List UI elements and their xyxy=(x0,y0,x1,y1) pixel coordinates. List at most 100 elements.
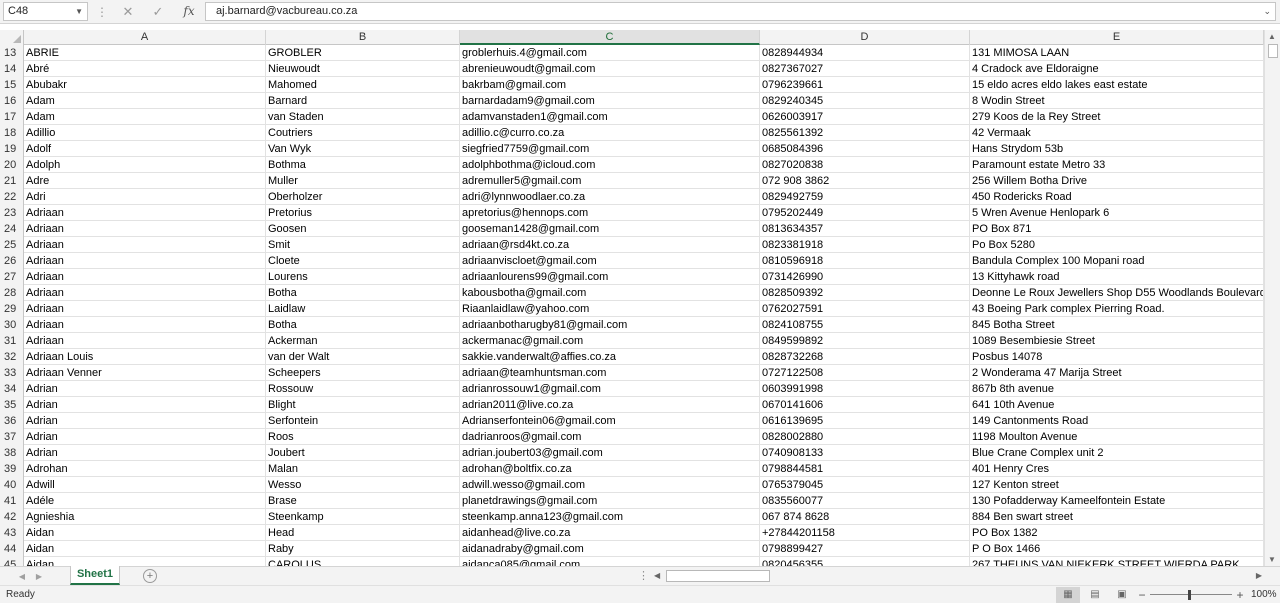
column-header-a[interactable]: A xyxy=(24,30,266,45)
cell-e[interactable]: Hans Strydom 53b xyxy=(970,141,1264,157)
cell-a[interactable]: Adrian xyxy=(24,397,266,413)
cell-b[interactable]: Malan xyxy=(266,461,460,477)
page-break-icon[interactable]: ▣ xyxy=(1110,587,1134,603)
cell-d[interactable]: 0810596918 xyxy=(760,253,970,269)
cell-b[interactable]: Nieuwoudt xyxy=(266,61,460,77)
grid-view-icon[interactable]: ▦ xyxy=(1056,587,1080,603)
cell-c[interactable]: adri@lynnwoodlaer.co.za xyxy=(460,189,760,205)
cell-e[interactable]: Bandula Complex 100 Mopani road xyxy=(970,253,1264,269)
row-header[interactable]: 43 xyxy=(0,525,24,541)
scroll-down-icon[interactable]: ▼ xyxy=(1268,555,1276,564)
cell-a[interactable]: Adwill xyxy=(24,477,266,493)
cell-a[interactable]: Aidan xyxy=(24,541,266,557)
cell-d[interactable]: 0823381918 xyxy=(760,237,970,253)
cell-a[interactable]: Adriaan xyxy=(24,301,266,317)
zoom-out-button[interactable]: − xyxy=(1136,586,1148,603)
cell-b[interactable]: Head xyxy=(266,525,460,541)
cell-e[interactable]: 450 Rodericks Road xyxy=(970,189,1264,205)
cell-e[interactable]: 256 Willem Botha Drive xyxy=(970,173,1264,189)
column-header-e[interactable]: E xyxy=(970,30,1264,45)
cell-a[interactable]: Adolf xyxy=(24,141,266,157)
cell-b[interactable]: Roos xyxy=(266,429,460,445)
row-header[interactable]: 20 xyxy=(0,157,24,173)
cell-d[interactable]: 0740908133 xyxy=(760,445,970,461)
cell-d[interactable]: 0795202449 xyxy=(760,205,970,221)
cell-a[interactable]: Adre xyxy=(24,173,266,189)
cell-e[interactable]: 13 Kittyhawk road xyxy=(970,269,1264,285)
cell-d[interactable]: 0849599892 xyxy=(760,333,970,349)
cell-d[interactable]: 0824108755 xyxy=(760,317,970,333)
cell-c[interactable]: adriaanbotharugby81@gmail.com xyxy=(460,317,760,333)
cell-a[interactable]: ABRIE xyxy=(24,45,266,61)
cell-d[interactable]: 0835560077 xyxy=(760,493,970,509)
cell-d[interactable]: 0820456355 xyxy=(760,557,970,566)
row-header[interactable]: 36 xyxy=(0,413,24,429)
cell-c[interactable]: ackermanac@gmail.com xyxy=(460,333,760,349)
cell-e[interactable]: Deonne Le Roux Jewellers Shop D55 Woodla… xyxy=(970,285,1264,301)
cell-a[interactable]: Adrian xyxy=(24,381,266,397)
plus-circle-icon[interactable]: + xyxy=(143,569,157,583)
cell-b[interactable]: Wesso xyxy=(266,477,460,493)
cell-a[interactable]: Adri xyxy=(24,189,266,205)
cell-b[interactable]: Lourens xyxy=(266,269,460,285)
cell-c[interactable]: kabousbotha@gmail.com xyxy=(460,285,760,301)
row-header[interactable]: 40 xyxy=(0,477,24,493)
cell-a[interactable]: Adrian xyxy=(24,413,266,429)
cell-e[interactable]: 845 Botha Street xyxy=(970,317,1264,333)
cell-b[interactable]: Serfontein xyxy=(266,413,460,429)
cell-c[interactable]: adrian2011@live.co.za xyxy=(460,397,760,413)
cell-d[interactable]: 0827020838 xyxy=(760,157,970,173)
column-header-d[interactable]: D xyxy=(760,30,970,45)
column-header-c[interactable]: C xyxy=(460,30,760,45)
cell-a[interactable]: Adam xyxy=(24,109,266,125)
cell-c[interactable]: groblerhuis.4@gmail.com xyxy=(460,45,760,61)
row-header[interactable]: 21 xyxy=(0,173,24,189)
row-header[interactable]: 38 xyxy=(0,445,24,461)
cell-e[interactable]: 42 Vermaak xyxy=(970,125,1264,141)
cell-b[interactable]: Laidlaw xyxy=(266,301,460,317)
row-header[interactable]: 22 xyxy=(0,189,24,205)
zoom-slider[interactable] xyxy=(1150,594,1232,595)
row-header[interactable]: 39 xyxy=(0,461,24,477)
cell-e[interactable]: 2 Wonderama 47 Marija Street xyxy=(970,365,1264,381)
scroll-right-icon[interactable]: ▶ xyxy=(1256,569,1262,583)
cell-e[interactable]: 641 10th Avenue xyxy=(970,397,1264,413)
function-icon[interactable]: fx xyxy=(178,2,200,21)
cell-d[interactable]: 0827367027 xyxy=(760,61,970,77)
cell-e[interactable]: 867b 8th avenue xyxy=(970,381,1264,397)
cell-b[interactable]: Raby xyxy=(266,541,460,557)
cell-b[interactable]: Ackerman xyxy=(266,333,460,349)
tab-split-handle[interactable]: ⋮ xyxy=(638,569,649,584)
cell-b[interactable]: GROBLER xyxy=(266,45,460,61)
check-icon[interactable]: ✓ xyxy=(146,2,170,21)
cell-a[interactable]: Adam xyxy=(24,93,266,109)
cell-e[interactable]: 130 Pofadderway Kameelfontein Estate xyxy=(970,493,1264,509)
cell-d[interactable]: 0626003917 xyxy=(760,109,970,125)
cell-e[interactable]: 1198 Moulton Avenue xyxy=(970,429,1264,445)
cell-b[interactable]: Oberholzer xyxy=(266,189,460,205)
cell-b[interactable]: Blight xyxy=(266,397,460,413)
cell-d[interactable]: 0798899427 xyxy=(760,541,970,557)
close-icon[interactable]: ✕ xyxy=(116,2,140,21)
cell-a[interactable]: Adriaan xyxy=(24,269,266,285)
cell-c[interactable]: adolphbothma@icloud.com xyxy=(460,157,760,173)
cell-c[interactable]: adamvanstaden1@gmail.com xyxy=(460,109,760,125)
cell-c[interactable]: Riaanlaidlaw@yahoo.com xyxy=(460,301,760,317)
vertical-scrollbar[interactable]: ▲ ▼ xyxy=(1264,30,1280,566)
row-header[interactable]: 29 xyxy=(0,301,24,317)
cell-d[interactable]: 0813634357 xyxy=(760,221,970,237)
cell-a[interactable]: Adriaan xyxy=(24,333,266,349)
cell-b[interactable]: van der Walt xyxy=(266,349,460,365)
cell-d[interactable]: 0762027591 xyxy=(760,301,970,317)
cell-c[interactable]: aidanca085@gmail.com xyxy=(460,557,760,566)
cell-d[interactable]: 0829240345 xyxy=(760,93,970,109)
cell-c[interactable]: adwill.wesso@gmail.com xyxy=(460,477,760,493)
row-header[interactable]: 23 xyxy=(0,205,24,221)
cell-b[interactable]: Bothma xyxy=(266,157,460,173)
chevron-down-icon[interactable]: ⌄ xyxy=(1263,3,1271,20)
cell-c[interactable]: Adrianserfontein06@gmail.com xyxy=(460,413,760,429)
cell-e[interactable]: 131 MIMOSA LAAN xyxy=(970,45,1264,61)
cell-e[interactable]: Blue Crane Complex unit 2 xyxy=(970,445,1264,461)
row-header[interactable]: 42 xyxy=(0,509,24,525)
row-header[interactable]: 27 xyxy=(0,269,24,285)
